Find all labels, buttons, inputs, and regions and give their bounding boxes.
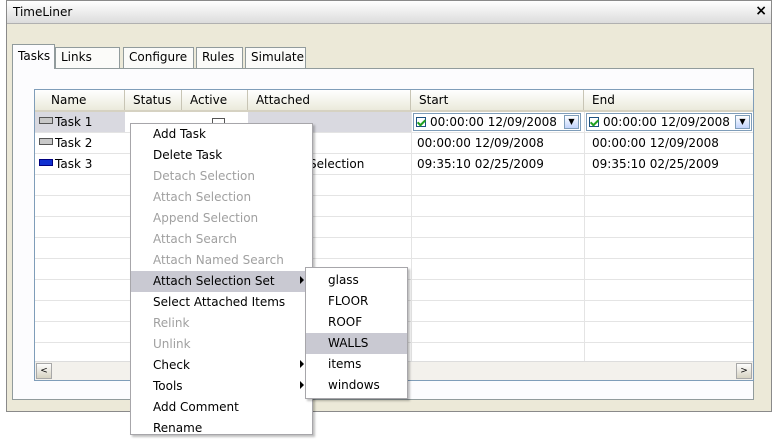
menu-item-attach-named-search: Attach Named Search [153,253,284,267]
chevron-down-icon[interactable]: ▼ [564,115,579,129]
task-bar-icon [39,117,53,124]
end-date-value: 00:00:00 12/09/2008 [603,115,730,129]
menu-item-select-attached-items[interactable]: Select Attached Items [131,292,312,313]
submenu-arrow-icon [300,381,304,389]
start-date-picker[interactable]: 00:00:00 12/09/2008 ▼ [413,113,581,131]
menu-item-detach-selection: Detach Selection [153,169,255,183]
tab-label: Simulate [251,50,305,64]
column-header-end[interactable]: End [584,90,753,110]
selection-set-submenu: glass FLOOR ROOF WALLS items windows [305,267,408,399]
submenu-item-windows[interactable]: windows [306,375,407,396]
submenu-arrow-icon [300,360,304,368]
tab-tasks[interactable]: Tasks [12,44,55,69]
end-cell[interactable]: 09:35:10 02/25/2009 [584,154,753,174]
tab-configure[interactable]: Configure [123,47,194,68]
tab-label: Tasks [18,49,51,63]
submenu-item-items[interactable]: items [306,354,407,375]
task-name-cell[interactable]: Task 2 [35,133,125,153]
column-header-start[interactable]: Start [411,90,584,110]
menu-item-label: Tools [153,379,183,393]
checkbox-icon[interactable] [416,117,426,127]
task-name-cell[interactable]: Task 1 [35,112,125,132]
menu-item-attach-selection: Attach Selection [153,190,252,204]
task-bar-icon [39,159,53,166]
menu-item-delete-task[interactable]: Delete Task [131,145,312,166]
tab-rules[interactable]: Rules [196,47,243,68]
column-header-active[interactable]: Active [182,90,248,110]
context-menu: Add Task Delete Task Detach Selection At… [130,123,313,435]
tab-links[interactable]: Links [55,47,120,68]
menu-item-append-selection: Append Selection [153,211,259,225]
submenu-item-glass[interactable]: glass [306,270,407,291]
task-name-cell[interactable]: Task 3 [35,154,125,174]
start-cell[interactable]: 00:00:00 12/09/2008 [411,133,584,153]
menu-item-attach-selection-set[interactable]: Attach Selection Set [131,271,312,292]
tab-label: Links [61,50,92,64]
submenu-arrow-icon [300,276,304,284]
menu-item-label: Check [153,358,190,372]
column-header-attached[interactable]: Attached [248,90,411,110]
task-name: Task 1 [55,115,93,129]
title-bar[interactable]: TimeLiner × [7,1,771,24]
column-header-name[interactable]: Name [35,90,125,110]
scroll-left-icon[interactable]: < [36,363,52,379]
submenu-item-floor[interactable]: FLOOR [306,291,407,312]
scroll-right-icon[interactable]: > [736,363,752,379]
menu-item-unlink: Unlink [153,337,191,351]
task-name: Task 2 [55,136,93,150]
column-header-status[interactable]: Status [125,90,182,110]
menu-item-add-task[interactable]: Add Task [131,124,312,145]
end-cell[interactable]: 00:00:00 12/09/2008 [584,133,753,153]
menu-item-rename[interactable]: Rename [131,418,312,439]
grid-header: Name Status Active Attached Start End [35,90,753,112]
menu-item-attach-search: Attach Search [153,232,238,246]
start-cell[interactable]: 09:35:10 02/25/2009 [411,154,584,174]
menu-item-check[interactable]: Check [131,355,312,376]
window-title: TimeLiner [13,5,73,19]
menu-item-relink: Relink [153,316,190,330]
task-name: Task 3 [55,157,93,171]
chevron-down-icon[interactable]: ▼ [735,115,750,129]
menu-item-label: Attach Selection Set [153,274,275,288]
menu-item-add-comment[interactable]: Add Comment [131,397,312,418]
task-bar-icon [39,138,53,145]
checkbox-icon[interactable] [589,117,599,127]
tab-label: Configure [129,50,188,64]
menu-item-tools[interactable]: Tools [131,376,312,397]
start-date-value: 00:00:00 12/09/2008 [430,115,557,129]
tab-label: Rules [202,50,235,64]
submenu-item-roof[interactable]: ROOF [306,312,407,333]
tab-simulate[interactable]: Simulate [245,47,306,68]
submenu-item-walls[interactable]: WALLS [306,333,407,354]
close-icon[interactable]: × [755,3,767,19]
end-date-picker[interactable]: 00:00:00 12/09/2008 ▼ [586,113,752,131]
